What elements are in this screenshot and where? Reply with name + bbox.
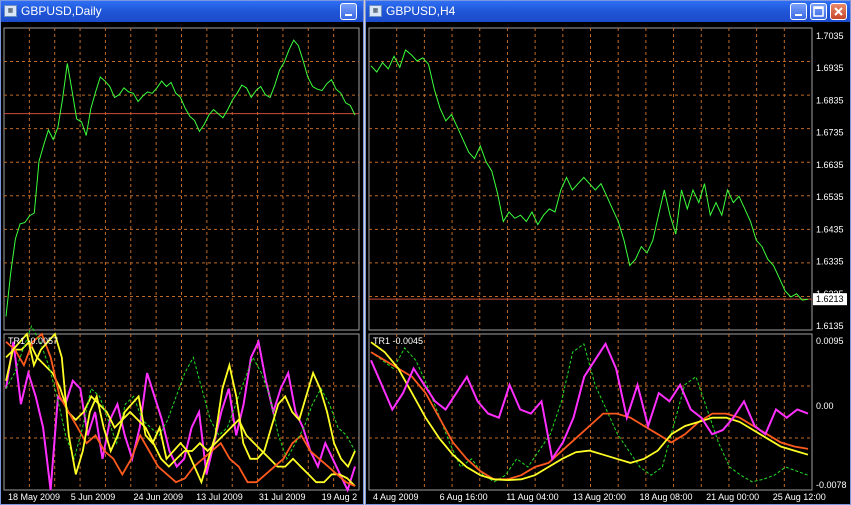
window-titlebar[interactable]: ▦ GBPUSD,H4: [366, 1, 850, 22]
price-axis-label: 1.6835: [816, 95, 844, 105]
time-axis-label: 25 Aug 12:00: [773, 492, 826, 502]
chart-window-h4[interactable]: ▦ GBPUSD,H4 TR1 -0.0045 1.7035 1.6935 1.683…: [365, 0, 851, 505]
time-axis-label: 21 Aug 00:00: [706, 492, 759, 502]
indicator-line-yellow: [5, 332, 356, 485]
time-axis-label: 13 Aug 20:00: [573, 492, 626, 502]
chart-area-h4[interactable]: TR1 -0.0045 1.7035 1.6935 1.6835 1.6735 1.663…: [366, 22, 850, 504]
chart-area-daily[interactable]: TR1 -0.0057 18 May 2009 5 Jun 2009 24 Jun 2…: [1, 22, 363, 504]
indicator-label: TR1 -0.0045: [373, 336, 423, 346]
minimize-icon: [795, 14, 802, 16]
minimize-icon: [345, 14, 352, 16]
time-axis-label: 18 Aug 08:00: [639, 492, 692, 502]
price-axis-label: 1.6735: [816, 128, 844, 138]
time-axis-label: 6 Aug 16:00: [440, 492, 488, 502]
maximize-button[interactable]: [810, 3, 827, 20]
price-axis-label: 1.6135: [816, 321, 844, 331]
chart-window-icon: ▦: [369, 5, 382, 17]
indicator-line-yellow: [5, 340, 356, 487]
time-axis-label: 24 Jun 2009: [133, 492, 183, 502]
chart-window-icon: ▦: [4, 5, 17, 17]
time-axis-label: 5 Jun 2009: [71, 492, 116, 502]
window-titlebar[interactable]: ▦ GBPUSD,Daily: [1, 1, 363, 22]
time-axis-label: 4 Aug 2009: [373, 492, 419, 502]
price-axis-label: 1.6635: [816, 160, 844, 170]
time-axis-label: 18 May 2009: [8, 492, 60, 502]
time-axis-label: 13 Jul 2009: [196, 492, 243, 502]
indicator-label: TR1 -0.0057: [8, 336, 58, 346]
price-axis-label: 1.6935: [816, 63, 844, 73]
price-axis-label: 1.7035: [816, 31, 844, 41]
price-line: [5, 39, 356, 317]
minimize-button[interactable]: [790, 3, 807, 20]
time-axis-label: 19 Aug 2: [322, 492, 358, 502]
time-axis-label: 31 Jul 2009: [259, 492, 306, 502]
indicator-axis-label: 0.0095: [816, 336, 844, 346]
chart-window-daily[interactable]: ▦ GBPUSD,Daily TR1 -0.0057 18 May 2009 5 J…: [0, 0, 364, 505]
window-title: GBPUSD,Daily: [21, 4, 102, 18]
price-axis-label: 1.6435: [816, 224, 844, 234]
indicator-axis-label: -0.0078: [816, 480, 847, 490]
close-button[interactable]: [830, 3, 847, 20]
minimize-button[interactable]: [340, 3, 357, 20]
last-price-label: 1.6213: [816, 294, 844, 304]
indicator-line-magenta: [370, 341, 809, 462]
time-axis-label: 11 Aug 04:00: [506, 492, 558, 502]
window-title: GBPUSD,H4: [386, 4, 456, 18]
price-axis-label: 1.6535: [816, 192, 844, 202]
price-axis-label: 1.6335: [816, 257, 844, 267]
maximize-icon: [813, 6, 824, 17]
indicator-line-orange: [370, 351, 809, 481]
close-icon: [834, 7, 843, 16]
indicator-axis-label: 0.00: [816, 401, 834, 411]
